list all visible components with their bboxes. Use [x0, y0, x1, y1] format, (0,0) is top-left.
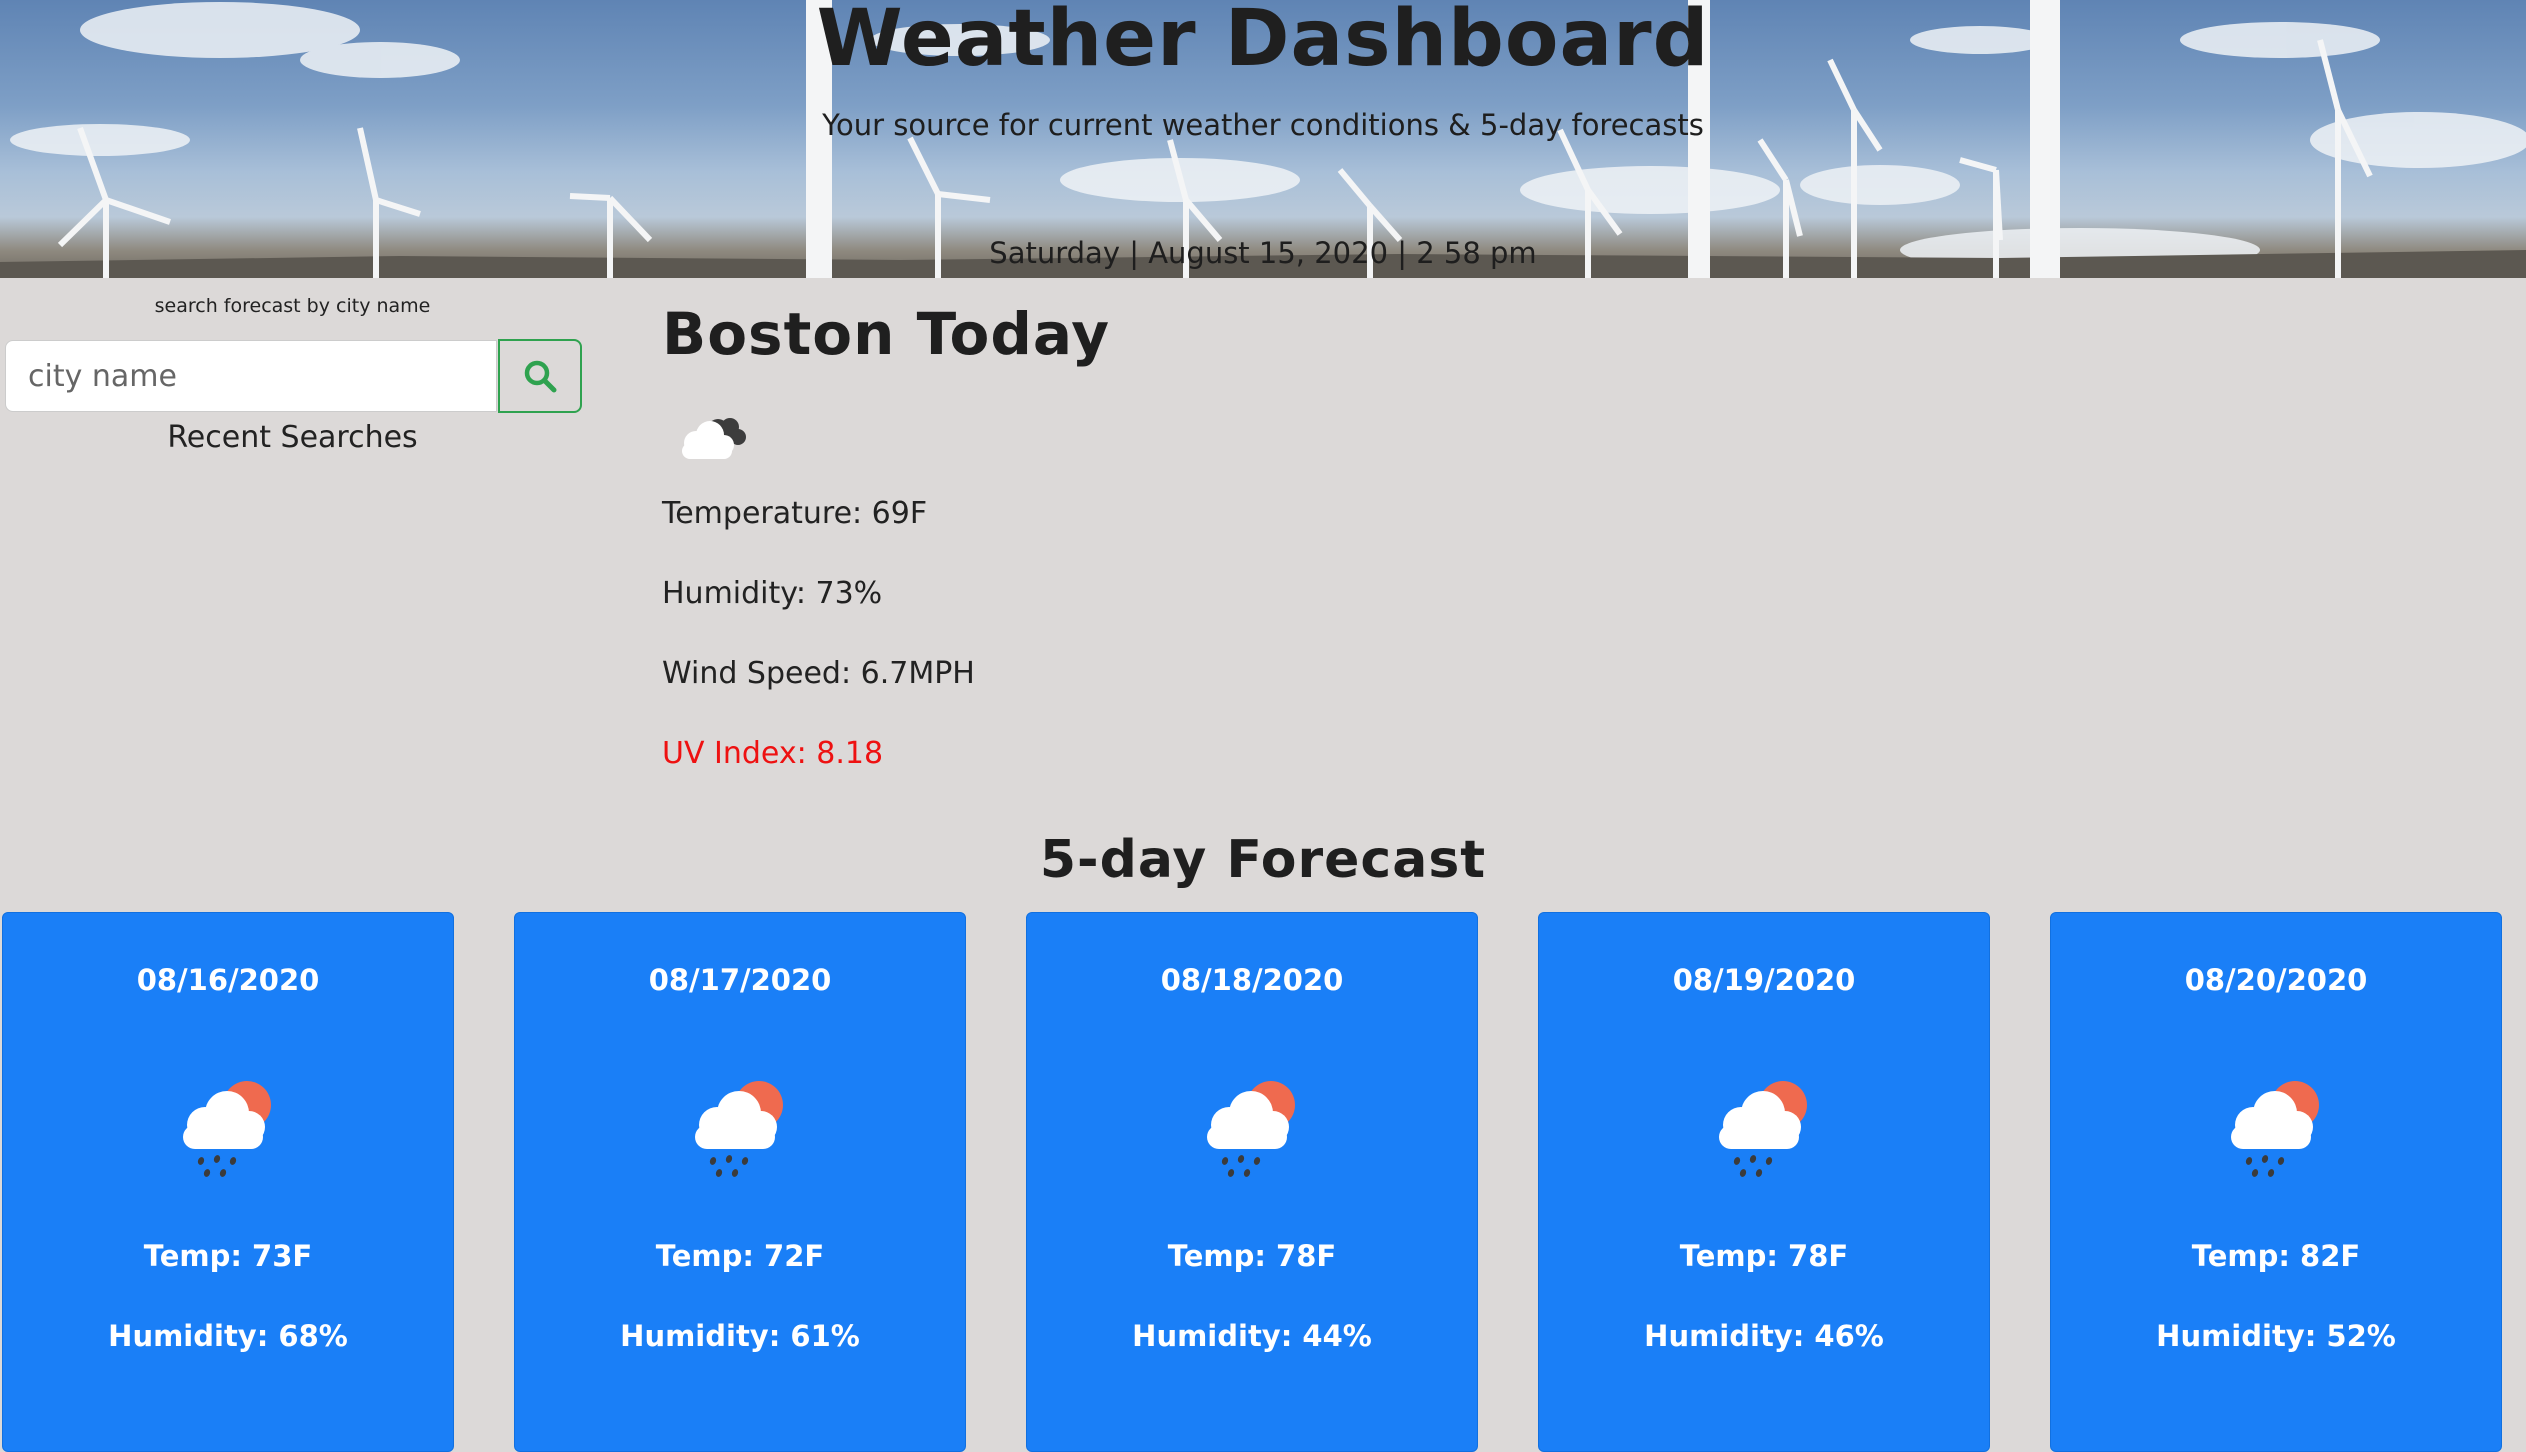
forecast-card: 08/17/2020 Temp: 72F Humidity: 61%	[514, 912, 966, 1452]
search-button[interactable]	[498, 339, 582, 413]
forecast-temp: Temp: 73F	[143, 1239, 313, 1273]
page-subtitle: Your source for current weather conditio…	[822, 108, 1704, 142]
forecast-temp: Temp: 78F	[1167, 1239, 1337, 1273]
forecast-temp: Temp: 72F	[655, 1239, 825, 1273]
rain-sun-icon	[2231, 1081, 2319, 1177]
search-icon	[524, 360, 557, 393]
forecast-humidity: Humidity: 46%	[1644, 1319, 1884, 1353]
city-search-input[interactable]	[5, 340, 497, 412]
forecast-date: 08/17/2020	[648, 963, 832, 997]
forecast-temp: Temp: 82F	[2191, 1239, 2361, 1273]
forecast-date: 08/19/2020	[1672, 963, 1856, 997]
rain-sun-icon	[1719, 1081, 1807, 1177]
forecast-date: 08/18/2020	[1160, 963, 1344, 997]
today-wind-speed: Wind Speed: 6.7MPH	[662, 656, 975, 691]
forecast-date: 08/20/2020	[2184, 963, 2368, 997]
rain-sun-icon	[183, 1081, 271, 1177]
forecast-card: 08/19/2020 Temp: 78F Humidity: 46%	[1538, 912, 1990, 1452]
search-label: search forecast by city name	[154, 295, 431, 317]
forecast-card: 08/20/2020 Temp: 82F Humidity: 52%	[2050, 912, 2502, 1452]
forecast-icon	[1707, 1073, 1823, 1187]
recent-searches-title: Recent Searches	[167, 420, 418, 455]
current-datetime: Saturday | August 15, 2020 | 2 58 pm	[989, 236, 1537, 270]
cloudy-icon	[682, 418, 746, 459]
forecast-humidity: Humidity: 52%	[2156, 1319, 2396, 1353]
today-title: Boston Today	[662, 300, 1111, 368]
forecast-icon	[1195, 1073, 1311, 1187]
forecast-icon	[683, 1073, 799, 1187]
forecast-card: 08/18/2020 Temp: 78F Humidity: 44%	[1026, 912, 1478, 1452]
rain-sun-icon	[1207, 1081, 1295, 1177]
today-temperature: Temperature: 69F	[662, 496, 928, 531]
forecast-icon	[2219, 1073, 2335, 1187]
forecast-title: 5-day Forecast	[1039, 830, 1487, 890]
rain-sun-icon	[695, 1081, 783, 1177]
today-humidity: Humidity: 73%	[662, 576, 883, 611]
forecast-humidity: Humidity: 61%	[620, 1319, 860, 1353]
forecast-icon	[171, 1073, 287, 1187]
hero-header: Weather Dashboard Your source for curren…	[0, 0, 2526, 278]
page-title: Weather Dashboard	[816, 0, 1710, 84]
today-uv-index: UV Index: 8.18	[662, 736, 884, 771]
forecast-temp: Temp: 78F	[1679, 1239, 1849, 1273]
forecast-humidity: Humidity: 68%	[108, 1319, 348, 1353]
forecast-card: 08/16/2020 Temp: 73F Humidity: 68%	[2, 912, 454, 1452]
forecast-humidity: Humidity: 44%	[1132, 1319, 1372, 1353]
forecast-date: 08/16/2020	[136, 963, 320, 997]
